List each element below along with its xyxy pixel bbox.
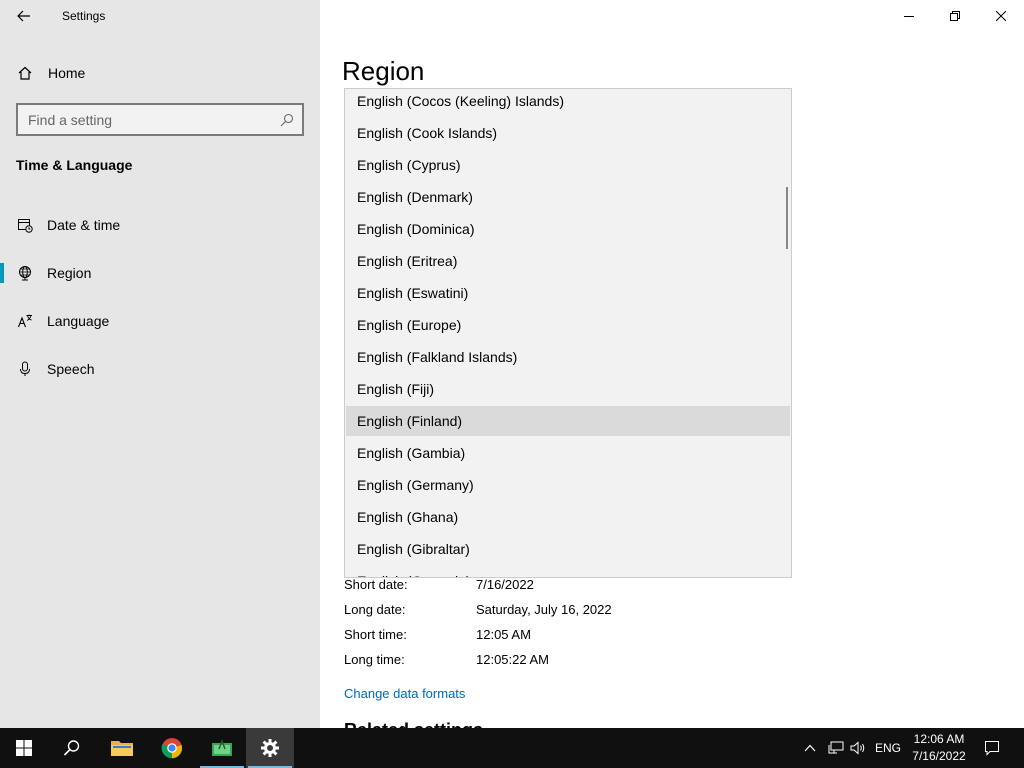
dropdown-option[interactable]: English (Eswatini) <box>346 278 790 308</box>
sidebar-item-language[interactable]: Language <box>0 301 320 341</box>
dropdown-option[interactable]: English (Denmark) <box>346 182 790 212</box>
network-icon <box>828 741 844 754</box>
dropdown-option[interactable]: English (Grenada) <box>346 566 790 577</box>
windows-logo-icon <box>16 740 32 756</box>
chevron-up-icon <box>804 744 816 752</box>
format-value: Saturday, July 16, 2022 <box>476 602 612 617</box>
search-input[interactable] <box>28 111 268 129</box>
globe-icon <box>17 265 33 281</box>
region-dropdown-list[interactable]: English (Cocos (Keeling) Islands) Englis… <box>344 88 792 578</box>
dropdown-option[interactable]: English (Cook Islands) <box>346 118 790 148</box>
nav-home[interactable]: Home <box>0 53 320 93</box>
format-label: Short date: <box>344 577 408 592</box>
home-icon <box>17 65 33 81</box>
dropdown-option[interactable]: English (Ghana) <box>346 502 790 532</box>
taskbar: ENG 12:06 AM 7/16/2022 <box>0 728 1024 768</box>
clock-date: 7/16/2022 <box>912 749 966 763</box>
close-icon <box>996 11 1006 21</box>
dropdown-scrollbar[interactable] <box>786 187 788 249</box>
app-icon <box>212 739 232 756</box>
dropdown-option-highlighted[interactable]: English (Finland) <box>346 406 790 436</box>
back-button[interactable] <box>8 2 40 30</box>
app-title: Settings <box>62 9 106 23</box>
search-field[interactable] <box>16 103 304 136</box>
clock-time: 12:06 AM <box>913 732 965 746</box>
notification-icon <box>985 741 999 756</box>
close-button[interactable] <box>978 0 1024 32</box>
minimize-icon <box>904 16 914 17</box>
chrome-icon <box>161 738 183 759</box>
format-label: Long time: <box>344 652 405 667</box>
section-title: Time & Language <box>16 157 133 173</box>
calendar-clock-icon <box>17 217 33 233</box>
action-center-button[interactable] <box>978 728 1006 768</box>
folder-icon <box>111 741 133 756</box>
sidebar-item-label: Region <box>47 265 92 281</box>
network-button[interactable] <box>824 728 848 768</box>
file-explorer-button[interactable] <box>98 728 146 768</box>
system-clock[interactable]: 12:06 AM 7/16/2022 <box>906 731 972 765</box>
search-icon <box>280 113 294 127</box>
sidebar-item-speech[interactable]: Speech <box>0 349 320 389</box>
app-button[interactable] <box>198 728 246 768</box>
microphone-icon <box>17 361 33 377</box>
format-value: 12:05:22 AM <box>476 652 549 667</box>
page-title: Region <box>342 56 425 86</box>
window-controls <box>886 0 1024 32</box>
format-value: 7/16/2022 <box>476 577 534 592</box>
dropdown-option[interactable]: English (Cyprus) <box>346 150 790 180</box>
titlebar: Settings <box>0 0 320 32</box>
gear-icon <box>261 739 279 757</box>
format-label: Long date: <box>344 602 406 617</box>
dropdown-option[interactable]: English (Fiji) <box>346 374 790 404</box>
dropdown-option[interactable]: English (Cocos (Keeling) Islands) <box>346 89 790 116</box>
minimize-button[interactable] <box>886 0 932 32</box>
back-arrow-icon <box>17 10 30 22</box>
sidebar-item-region[interactable]: Region <box>0 253 320 293</box>
chrome-button[interactable] <box>148 728 196 768</box>
language-icon <box>17 313 33 329</box>
start-button[interactable] <box>0 728 48 768</box>
dropdown-option[interactable]: English (Gambia) <box>346 438 790 468</box>
dropdown-option[interactable]: English (Falkland Islands) <box>346 342 790 372</box>
restore-icon <box>950 11 960 21</box>
sidebar: Settings Home Time & Language Date & tim… <box>0 0 320 728</box>
related-settings-heading: Related settings <box>344 720 483 728</box>
restore-button[interactable] <box>932 0 978 32</box>
show-hidden-icons-button[interactable] <box>798 728 822 768</box>
volume-button[interactable] <box>848 728 870 768</box>
sidebar-item-label: Language <box>47 313 110 329</box>
format-label: Short time: <box>344 627 407 642</box>
dropdown-option[interactable]: English (Gibraltar) <box>346 534 790 564</box>
change-data-formats-link[interactable]: Change data formats <box>344 686 465 701</box>
taskbar-search-button[interactable] <box>48 728 96 768</box>
sidebar-item-label: Date & time <box>47 217 121 233</box>
speaker-icon <box>850 741 865 755</box>
sidebar-item-date-time[interactable]: Date & time <box>0 205 320 245</box>
settings-taskbar-button[interactable] <box>246 728 294 768</box>
dropdown-option[interactable]: English (Europe) <box>346 310 790 340</box>
nav-home-label: Home <box>48 65 86 81</box>
dropdown-option[interactable]: English (Germany) <box>346 470 790 500</box>
format-value: 12:05 AM <box>476 627 531 642</box>
search-icon <box>63 740 80 756</box>
dropdown-option[interactable]: English (Eritrea) <box>346 246 790 276</box>
sidebar-item-label: Speech <box>47 361 95 377</box>
dropdown-option[interactable]: English (Dominica) <box>346 214 790 244</box>
input-language-indicator[interactable]: ENG <box>872 728 904 768</box>
